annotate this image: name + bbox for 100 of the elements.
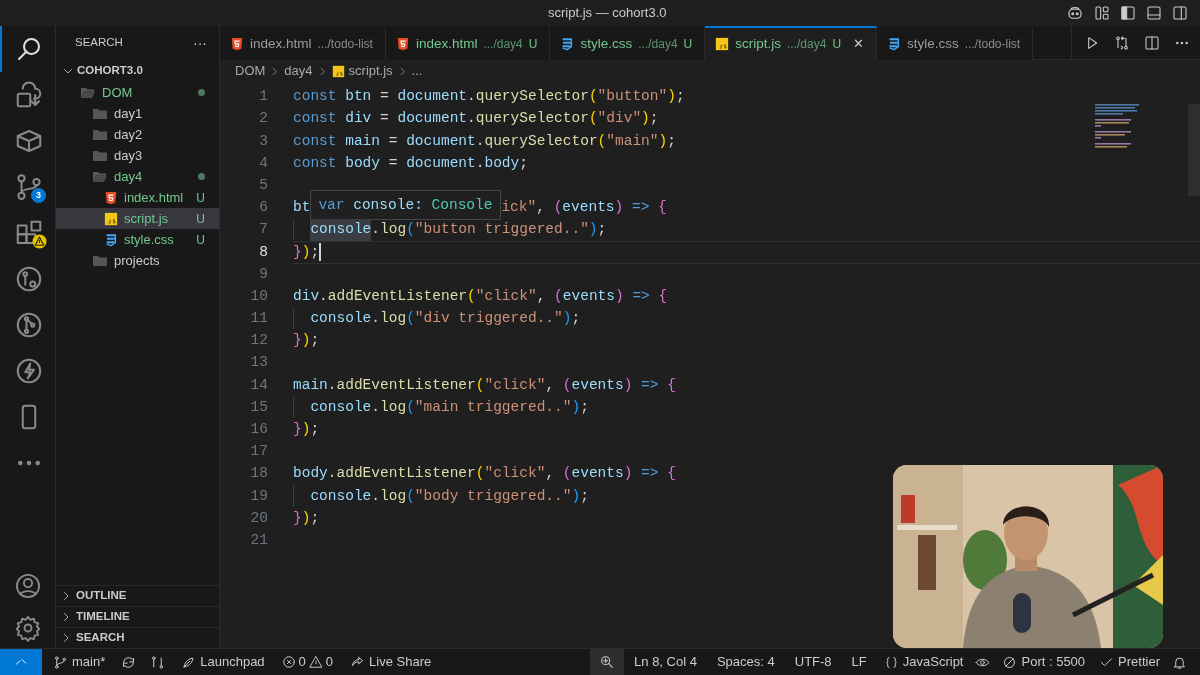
tree-item[interactable]: projects bbox=[56, 250, 219, 271]
editor-tab[interactable]: index.html .../day4 U bbox=[385, 26, 551, 60]
panel-header[interactable]: OUTLINE bbox=[76, 587, 127, 605]
zoom-button[interactable] bbox=[590, 649, 625, 675]
status-item[interactable]: Port : 5500 bbox=[995, 652, 1093, 672]
code-line: body.addEventListener("click", (events) => { bbox=[293, 464, 676, 484]
line-number: 10 bbox=[249, 286, 268, 306]
status-item[interactable]: main* bbox=[46, 652, 113, 672]
line-number: 17 bbox=[249, 442, 268, 462]
code-line: const div = document.querySelector("div"); bbox=[293, 109, 659, 129]
line-number: 19 bbox=[249, 486, 268, 506]
status-item[interactable]: Spaces: 4 bbox=[706, 652, 785, 672]
status-item[interactable]: JavaScript bbox=[876, 652, 971, 672]
settings-icon[interactable] bbox=[13, 614, 42, 642]
breadcrumb-item[interactable]: DOM bbox=[235, 61, 266, 81]
layout-icon[interactable] bbox=[1094, 5, 1110, 21]
no-entry-icon bbox=[1002, 654, 1018, 670]
line-number: 6 bbox=[258, 198, 268, 218]
line-number: 13 bbox=[249, 353, 268, 373]
html-file-icon bbox=[104, 190, 118, 205]
more-actions-button[interactable]: ··· bbox=[193, 32, 207, 54]
compare-changes-icon[interactable] bbox=[1114, 34, 1130, 51]
tree-item[interactable]: day4 bbox=[56, 166, 219, 187]
breadcrumb-item[interactable]: script.js bbox=[348, 61, 393, 81]
warning-icon bbox=[308, 655, 323, 669]
html-file-icon bbox=[230, 37, 244, 51]
tree-item[interactable]: day3 bbox=[56, 145, 219, 166]
status-item[interactable]: Live Share bbox=[343, 652, 439, 672]
line-number: 15 bbox=[249, 397, 268, 417]
status-item[interactable]: LF bbox=[841, 652, 877, 672]
account-icon[interactable] bbox=[13, 572, 42, 600]
split-editor-icon[interactable] bbox=[1144, 34, 1160, 51]
line-number: 1 bbox=[258, 87, 268, 107]
line-number: 11 bbox=[249, 309, 268, 329]
tree-item[interactable]: day1 bbox=[56, 103, 219, 124]
problems-button[interactable]: 0 0 bbox=[275, 652, 340, 672]
status-item[interactable]: UTF-8 bbox=[784, 652, 842, 672]
sidebar-toggle-icon[interactable] bbox=[1120, 5, 1136, 21]
line-number: 3 bbox=[258, 131, 268, 151]
line-number: 8 bbox=[258, 242, 268, 262]
code-line: console.log("body triggered.."); bbox=[310, 486, 589, 506]
editor-tab[interactable]: style.css .../day4 U bbox=[550, 26, 706, 60]
compare-icon[interactable] bbox=[150, 654, 166, 670]
code-line: console.log("button triggered.."); bbox=[310, 219, 607, 242]
window-title: script.js — cohort3.0 bbox=[548, 4, 667, 23]
text-cursor bbox=[319, 243, 322, 262]
code-line: const main = document.querySelector("main"); bbox=[293, 131, 676, 151]
line-number: 2 bbox=[258, 109, 268, 129]
status-item[interactable]: Ln 8, Col 4 bbox=[624, 652, 707, 672]
css-file-icon bbox=[887, 37, 902, 51]
bell-icon[interactable] bbox=[1172, 654, 1187, 670]
line-number: 21 bbox=[249, 530, 268, 550]
panel-toggle-icon[interactable] bbox=[1146, 5, 1162, 21]
status-item[interactable]: Launchpad bbox=[174, 652, 272, 672]
tree-item[interactable]: script.js U bbox=[56, 208, 219, 229]
workspace-label[interactable]: COHORT3.0 bbox=[77, 62, 143, 80]
secondary-sidebar-icon[interactable] bbox=[1172, 5, 1188, 21]
editor-tab[interactable]: style.css .../todo-list bbox=[877, 26, 1034, 60]
line-number: 20 bbox=[249, 508, 268, 528]
sync-icon[interactable] bbox=[121, 654, 137, 670]
tree-item[interactable]: day2 bbox=[56, 124, 219, 145]
tree-item[interactable]: index.html U bbox=[56, 187, 219, 208]
code-line: }); bbox=[293, 420, 320, 440]
editor-tab[interactable]: index.html .../todo-list bbox=[220, 26, 386, 60]
line-number: 18 bbox=[249, 464, 268, 484]
hover-tooltip: var console: Console bbox=[310, 189, 502, 220]
code-line: }); bbox=[293, 331, 320, 351]
breadcrumb-item[interactable]: day4 bbox=[284, 61, 313, 81]
html-file-icon bbox=[395, 37, 410, 51]
line-number: 7 bbox=[258, 220, 268, 240]
editor-tab[interactable]: script.js .../day4 U ✕ bbox=[705, 26, 878, 60]
line-number: 12 bbox=[249, 331, 268, 351]
code-line: const btn = document.querySelector("button"); bbox=[293, 87, 685, 107]
braces-icon bbox=[883, 654, 899, 670]
panel-header[interactable]: TIMELINE bbox=[76, 608, 130, 626]
status-item[interactable]: Prettier bbox=[1092, 652, 1167, 672]
tree-item[interactable]: DOM bbox=[56, 82, 219, 103]
code-line: const body = document.body; bbox=[293, 153, 528, 173]
zoom-icon bbox=[599, 654, 616, 670]
line-number: 16 bbox=[249, 420, 268, 440]
line-number: 5 bbox=[258, 175, 268, 195]
code-line: console.log("main triggered.."); bbox=[310, 397, 589, 417]
close-button[interactable]: ✕ bbox=[853, 34, 865, 54]
error-icon bbox=[281, 655, 296, 669]
js-file-icon bbox=[104, 211, 118, 226]
css-file-icon bbox=[560, 37, 575, 51]
js-file-icon bbox=[331, 64, 345, 78]
panel-header[interactable]: SEARCH bbox=[76, 629, 125, 647]
css-file-icon bbox=[104, 232, 118, 247]
code-line: main.addEventListener("click", (events) => { bbox=[293, 375, 676, 395]
copilot-icon[interactable] bbox=[1066, 4, 1084, 22]
breadcrumb-item[interactable]: ... bbox=[411, 61, 423, 81]
tree-item[interactable]: style.css U bbox=[56, 229, 219, 250]
count-badge: 3 bbox=[31, 188, 46, 203]
line-number: 4 bbox=[258, 153, 268, 173]
branch-icon bbox=[53, 654, 68, 670]
line-number: 14 bbox=[249, 375, 268, 395]
line-number: 9 bbox=[258, 264, 268, 284]
code-line: div.addEventListener("click", (events) => { bbox=[293, 286, 668, 306]
code-line: }); bbox=[293, 508, 320, 528]
